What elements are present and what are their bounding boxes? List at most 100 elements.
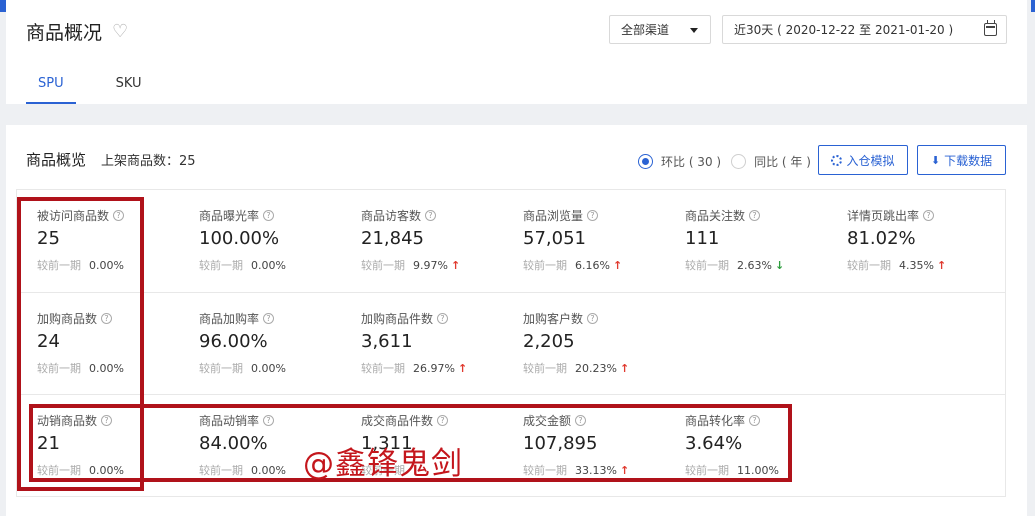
metric-compare: 较前一期 0.00% bbox=[199, 462, 286, 478]
arrow-up-icon: ↑ bbox=[450, 259, 461, 272]
compare-label: 较前一期 bbox=[523, 362, 567, 375]
metric-value: 100.00% bbox=[199, 228, 280, 249]
warehouse-simulate-button[interactable]: 入仓模拟 bbox=[818, 145, 908, 175]
compare-label: 较前一期 bbox=[523, 259, 567, 272]
compare-label: 较前一期 bbox=[523, 464, 567, 477]
metric-change: 0.00% bbox=[251, 259, 286, 272]
metrics-row-1: 被访问商品数? 25 较前一期 0.00% 商品曝光率? 100.00% 较前一期… bbox=[17, 190, 1005, 292]
arrow-up-icon: ↑ bbox=[619, 464, 630, 477]
help-icon[interactable]: ? bbox=[263, 313, 275, 324]
help-icon[interactable]: ? bbox=[749, 210, 761, 221]
metric-compare: 较前一期 0.00% bbox=[37, 257, 124, 273]
arrow-up-icon: ↑ bbox=[619, 362, 630, 375]
compare-label: 较前一期 bbox=[361, 259, 405, 272]
metric-change: 11.00% bbox=[737, 464, 779, 477]
metric-compare: 较前一期 4.35% ↑ bbox=[847, 257, 946, 273]
date-range-picker[interactable]: 近30天 ( 2020-12-22 至 2021-01-20 ) bbox=[722, 15, 1007, 44]
metric-label-text: 商品加购率 bbox=[199, 312, 260, 326]
metric-label-text: 商品访客数 bbox=[361, 209, 422, 223]
help-icon[interactable]: ? bbox=[113, 210, 125, 221]
metric-label: 商品动销率? bbox=[199, 412, 275, 429]
warehouse-simulate-label: 入仓模拟 bbox=[846, 153, 895, 168]
tab-spu[interactable]: SPU bbox=[26, 70, 76, 104]
metric-value: 2,205 bbox=[523, 331, 575, 352]
metrics-row-2: 加购商品数? 24 较前一期 0.00% 商品加购率? 96.00% 较前一期 0.… bbox=[17, 292, 1005, 394]
help-icon[interactable]: ? bbox=[263, 415, 275, 426]
metric-label-text: 成交金额 bbox=[523, 414, 572, 428]
metric-card: 商品浏览量? 57,051 较前一期 6.16% ↑ bbox=[523, 190, 683, 290]
metric-value: 96.00% bbox=[199, 331, 268, 352]
caret-down-icon bbox=[690, 28, 698, 33]
download-data-button[interactable]: ⬇ 下载数据 bbox=[917, 145, 1006, 175]
help-icon[interactable]: ? bbox=[587, 210, 599, 221]
metric-change: 0.00% bbox=[251, 362, 286, 375]
metric-value: 81.02% bbox=[847, 228, 916, 249]
metric-value: 107,895 bbox=[523, 433, 598, 454]
help-icon[interactable]: ? bbox=[101, 313, 113, 324]
metric-label: 商品浏览量? bbox=[523, 207, 599, 224]
download-icon: ⬇ bbox=[930, 153, 941, 167]
tab-bar: SPU SKU bbox=[26, 70, 154, 104]
listed-count: 上架商品数：25 bbox=[101, 154, 196, 169]
metric-label: 商品关注数? bbox=[685, 207, 761, 224]
metric-label-text: 加购商品数 bbox=[37, 312, 98, 326]
metric-label-text: 详情页跳出率 bbox=[847, 209, 920, 223]
metric-label: 成交商品件数? bbox=[361, 412, 449, 429]
help-icon[interactable]: ? bbox=[587, 313, 599, 324]
metric-compare: 较前一期 2.63% ↓ bbox=[685, 257, 784, 273]
compare-label: 较前一期 bbox=[37, 464, 81, 477]
radio-mom-label[interactable]: 环比 ( 30 ) bbox=[661, 153, 721, 170]
metric-card: 详情页跳出率? 81.02% 较前一期 4.35% ↑ bbox=[847, 190, 1007, 290]
compare-label: 较前一期 bbox=[37, 362, 81, 375]
arrow-up-icon: ↑ bbox=[612, 259, 623, 272]
metric-value: 21 bbox=[37, 433, 60, 454]
metric-label: 商品转化率? bbox=[685, 412, 761, 429]
metric-card: 商品转化率? 3.64% 较前一期 11.00% bbox=[685, 395, 845, 495]
help-icon[interactable]: ? bbox=[575, 415, 587, 426]
metric-label: 加购商品数? bbox=[37, 310, 113, 327]
metric-label: 商品加购率? bbox=[199, 310, 275, 327]
metric-label-text: 加购客户数 bbox=[523, 312, 584, 326]
help-icon[interactable]: ? bbox=[425, 210, 437, 221]
metric-label: 被访问商品数? bbox=[37, 207, 125, 224]
metric-label: 加购客户数? bbox=[523, 310, 599, 327]
overview-title: 商品概览 bbox=[26, 151, 87, 169]
help-icon[interactable]: ? bbox=[749, 415, 761, 426]
channel-select-value: 全部渠道 bbox=[621, 23, 670, 37]
arrow-up-icon: ↑ bbox=[457, 362, 468, 375]
compare-label: 较前一期 bbox=[685, 464, 729, 477]
metric-compare: 较前一期 9.97% ↑ bbox=[361, 257, 460, 273]
compare-label: 较前一期 bbox=[685, 259, 729, 272]
header-card: 商品概况 ♡ 全部渠道 近30天 ( 2020-12-22 至 2021-01-… bbox=[6, 0, 1027, 104]
metrics-row-3: 动销商品数? 21 较前一期 0.00% 商品动销率? 84.00% 较前一期 0.… bbox=[17, 394, 1005, 496]
radio-mom[interactable] bbox=[638, 154, 653, 169]
metric-label-text: 商品动销率 bbox=[199, 414, 260, 428]
metric-card: 加购商品件数? 3,611 较前一期 26.97% ↑ bbox=[361, 293, 521, 393]
metric-card: 成交金额? 107,895 较前一期 33.13% ↑ bbox=[523, 395, 683, 495]
favorite-heart-icon[interactable]: ♡ bbox=[112, 21, 128, 42]
help-icon[interactable]: ? bbox=[923, 210, 935, 221]
metric-label-text: 加购商品件数 bbox=[361, 312, 434, 326]
metric-card: 商品关注数? 111 较前一期 2.63% ↓ bbox=[685, 190, 845, 290]
metric-card: 加购商品数? 24 较前一期 0.00% bbox=[37, 293, 197, 393]
radio-yoy-label[interactable]: 同比 ( 年 ) bbox=[754, 153, 811, 170]
page-title: 商品概况 ♡ bbox=[26, 18, 128, 45]
radio-yoy[interactable] bbox=[731, 154, 747, 169]
metric-change: 4.35% bbox=[899, 259, 934, 272]
tab-sku[interactable]: SKU bbox=[104, 70, 154, 104]
metric-change: 9.97% bbox=[413, 259, 448, 272]
metric-label: 动销商品数? bbox=[37, 412, 113, 429]
metric-compare: 较前一期 0.00% bbox=[199, 360, 286, 376]
help-icon[interactable]: ? bbox=[437, 313, 449, 324]
channel-select[interactable]: 全部渠道 bbox=[609, 15, 711, 44]
watermark-text: @鑫锋鬼剑 bbox=[303, 446, 463, 482]
help-icon[interactable]: ? bbox=[437, 415, 449, 426]
metric-label-text: 动销商品数 bbox=[37, 414, 98, 428]
help-icon[interactable]: ? bbox=[263, 210, 275, 221]
metric-change: 20.23% bbox=[575, 362, 617, 375]
metric-label: 加购商品件数? bbox=[361, 310, 449, 327]
calendar-icon bbox=[984, 20, 997, 36]
metric-value: 3,611 bbox=[361, 331, 413, 352]
metric-card: 商品访客数? 21,845 较前一期 9.97% ↑ bbox=[361, 190, 521, 290]
help-icon[interactable]: ? bbox=[101, 415, 113, 426]
